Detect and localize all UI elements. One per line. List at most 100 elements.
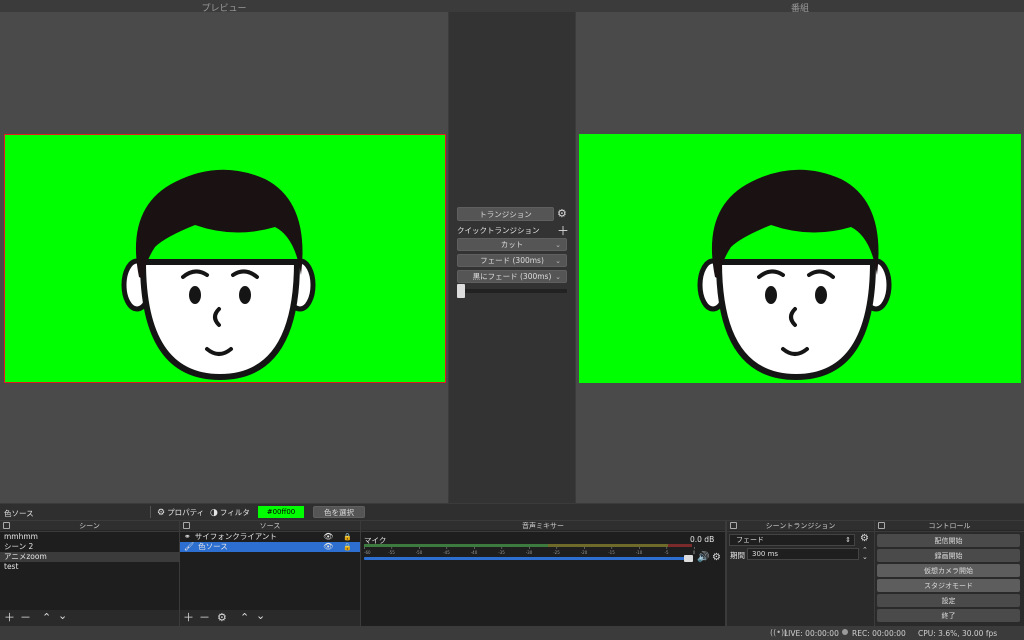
move-up-icon[interactable]: ⌃	[42, 612, 51, 623]
quick-transition-cut[interactable]: カット ⌄	[457, 238, 567, 251]
meter-tick-label: -15	[608, 550, 615, 555]
volume-slider-handle[interactable]	[684, 555, 693, 562]
paintbrush-icon: 🖌	[184, 542, 195, 551]
meter-tick-label: -5	[665, 550, 669, 555]
meter-tick	[391, 547, 393, 549]
remove-source-icon[interactable]: －	[199, 612, 210, 623]
dock-float-icon[interactable]	[3, 522, 10, 529]
meter-tick	[529, 547, 530, 549]
duration-input[interactable]: 300 ms	[747, 548, 859, 560]
mixer-db-value: 0.0 dB	[690, 535, 715, 544]
dock-float-icon[interactable]	[183, 522, 190, 529]
meter-tick-label: -35	[498, 550, 505, 555]
quick-transition-label: クイックトランジション	[457, 226, 540, 235]
meter-tick-label: -50	[416, 550, 423, 555]
quick-transition-fade[interactable]: フェード (300ms) ⌄	[457, 254, 567, 267]
meter-tick	[419, 547, 420, 549]
speaker-icon[interactable]: 🔊	[697, 552, 709, 563]
mixer-gear-icon[interactable]: ⚙	[712, 552, 721, 563]
meter-tick	[584, 547, 585, 549]
quick-transition-fade-black[interactable]: 黒にフェード (300ms) ⌄	[457, 270, 567, 283]
remove-scene-icon[interactable]: －	[20, 612, 31, 623]
scenes-dock-header: シーン	[0, 521, 179, 531]
meter-tick-label: -10	[636, 550, 643, 555]
move-down-icon[interactable]: ⌄	[256, 610, 265, 621]
exit-button[interactable]: 終了	[877, 609, 1020, 622]
meter-tick-label: -25	[553, 550, 560, 555]
toolbar-divider	[150, 506, 151, 518]
eye-icon[interactable]: 👁	[323, 532, 333, 542]
chevron-down-icon: ⌄	[555, 272, 561, 281]
meter-tick	[446, 547, 448, 549]
meter-tick	[611, 547, 613, 549]
scene-item-selected[interactable]: アニメzoom	[0, 552, 179, 562]
start-virtual-camera-button[interactable]: 仮想カメラ開始	[877, 564, 1020, 577]
add-source-icon[interactable]: ＋	[183, 612, 194, 623]
meter-tick	[474, 547, 475, 549]
program-canvas	[576, 12, 1024, 503]
start-recording-button[interactable]: 録画開始	[877, 549, 1020, 562]
duration-label: 期間	[730, 551, 745, 560]
scene-item[interactable]: mmhmm	[0, 532, 179, 542]
gear-icon: ⚙	[157, 507, 166, 518]
transition-select[interactable]: フェード ⇕	[729, 534, 855, 546]
transition-gear-icon[interactable]: ⚙	[557, 207, 567, 220]
meter-tick	[666, 547, 668, 549]
lock-icon[interactable]: 🔒	[343, 532, 352, 542]
meter-tick-label: -55	[388, 550, 395, 555]
meter-tick-label: 0	[693, 550, 696, 555]
transition-settings-gear-icon[interactable]: ⚙	[860, 533, 869, 544]
add-quick-transition-icon[interactable]: ＋	[557, 222, 569, 239]
scene-item[interactable]: test	[0, 562, 179, 572]
settings-button[interactable]: 設定	[877, 594, 1020, 607]
meter-tick-label: -40	[471, 550, 478, 555]
controls-dock-header: コントロール	[875, 521, 1024, 531]
source-properties-gear-icon[interactable]: ⚙	[217, 612, 227, 623]
meter-tick	[639, 547, 640, 549]
duration-stepper-icon[interactable]: ⌃ ⌄	[862, 547, 868, 561]
source-toolbar	[0, 504, 1024, 520]
source-item[interactable]: ⚭ サイフォンクライアント 👁 🔒	[180, 532, 360, 542]
move-down-icon[interactable]: ⌄	[58, 610, 67, 621]
updown-icon: ⇕	[845, 536, 851, 544]
tbar-handle[interactable]	[457, 284, 465, 298]
dock-float-icon[interactable]	[730, 522, 737, 529]
meter-tick-label: -30	[526, 550, 533, 555]
selected-source-name: 色ソース	[4, 509, 34, 518]
cpu-fps: CPU: 3.6%, 30.00 fps	[918, 629, 998, 638]
live-time: LIVE: 00:00:00	[784, 629, 839, 638]
link-icon: ⚭	[184, 532, 191, 541]
properties-button[interactable]: ⚙ プロパティ	[157, 507, 204, 518]
source-item-selected[interactable]: 🖌 色ソース 👁 🔒	[180, 542, 360, 552]
eye-icon[interactable]: 👁	[323, 542, 333, 552]
audio-meter: -60 -55 -50 -45 -40 -35 -30 -25 -20 -15 -10 -5 0	[364, 544, 696, 555]
transition-button[interactable]: トランジション	[457, 207, 554, 221]
meter-tick	[364, 547, 365, 549]
chevron-down-icon: ⌄	[555, 240, 561, 249]
select-color-button[interactable]: 色を選択	[313, 506, 365, 518]
rec-time: REC: 00:00:00	[852, 629, 906, 638]
lock-icon[interactable]: 🔒	[343, 542, 352, 552]
color-swatch: #00ff00	[258, 506, 304, 518]
filters-button[interactable]: ◑ フィルタ	[210, 507, 250, 518]
meter-tick-label: -20	[581, 550, 588, 555]
scene-item[interactable]: シーン 2	[0, 542, 179, 552]
scene-transitions-panel	[727, 532, 874, 626]
dock-float-icon[interactable]	[878, 522, 885, 529]
meter-tick	[556, 547, 558, 549]
start-streaming-button[interactable]: 配信開始	[877, 534, 1020, 547]
preview-face-image	[121, 169, 316, 381]
studio-mode-button[interactable]: スタジオモード	[877, 579, 1020, 592]
volume-slider-track[interactable]	[364, 557, 690, 560]
preview-canvas[interactable]	[0, 12, 448, 503]
scene-transitions-dock-header: シーントランジション	[727, 521, 874, 531]
move-up-icon[interactable]: ⌃	[240, 612, 249, 623]
program-face-image	[697, 169, 892, 381]
meter-tick-label: -45	[443, 550, 450, 555]
tbar-track[interactable]	[457, 289, 567, 293]
filter-icon: ◑	[210, 507, 218, 518]
chevron-down-icon: ⌄	[555, 256, 561, 265]
scenes-list[interactable]: mmhmm シーン 2 アニメzoom test	[0, 532, 179, 610]
sources-list[interactable]: ⚭ サイフォンクライアント 👁 🔒 🖌 色ソース 👁 🔒	[180, 532, 360, 610]
add-scene-icon[interactable]: ＋	[4, 612, 15, 623]
